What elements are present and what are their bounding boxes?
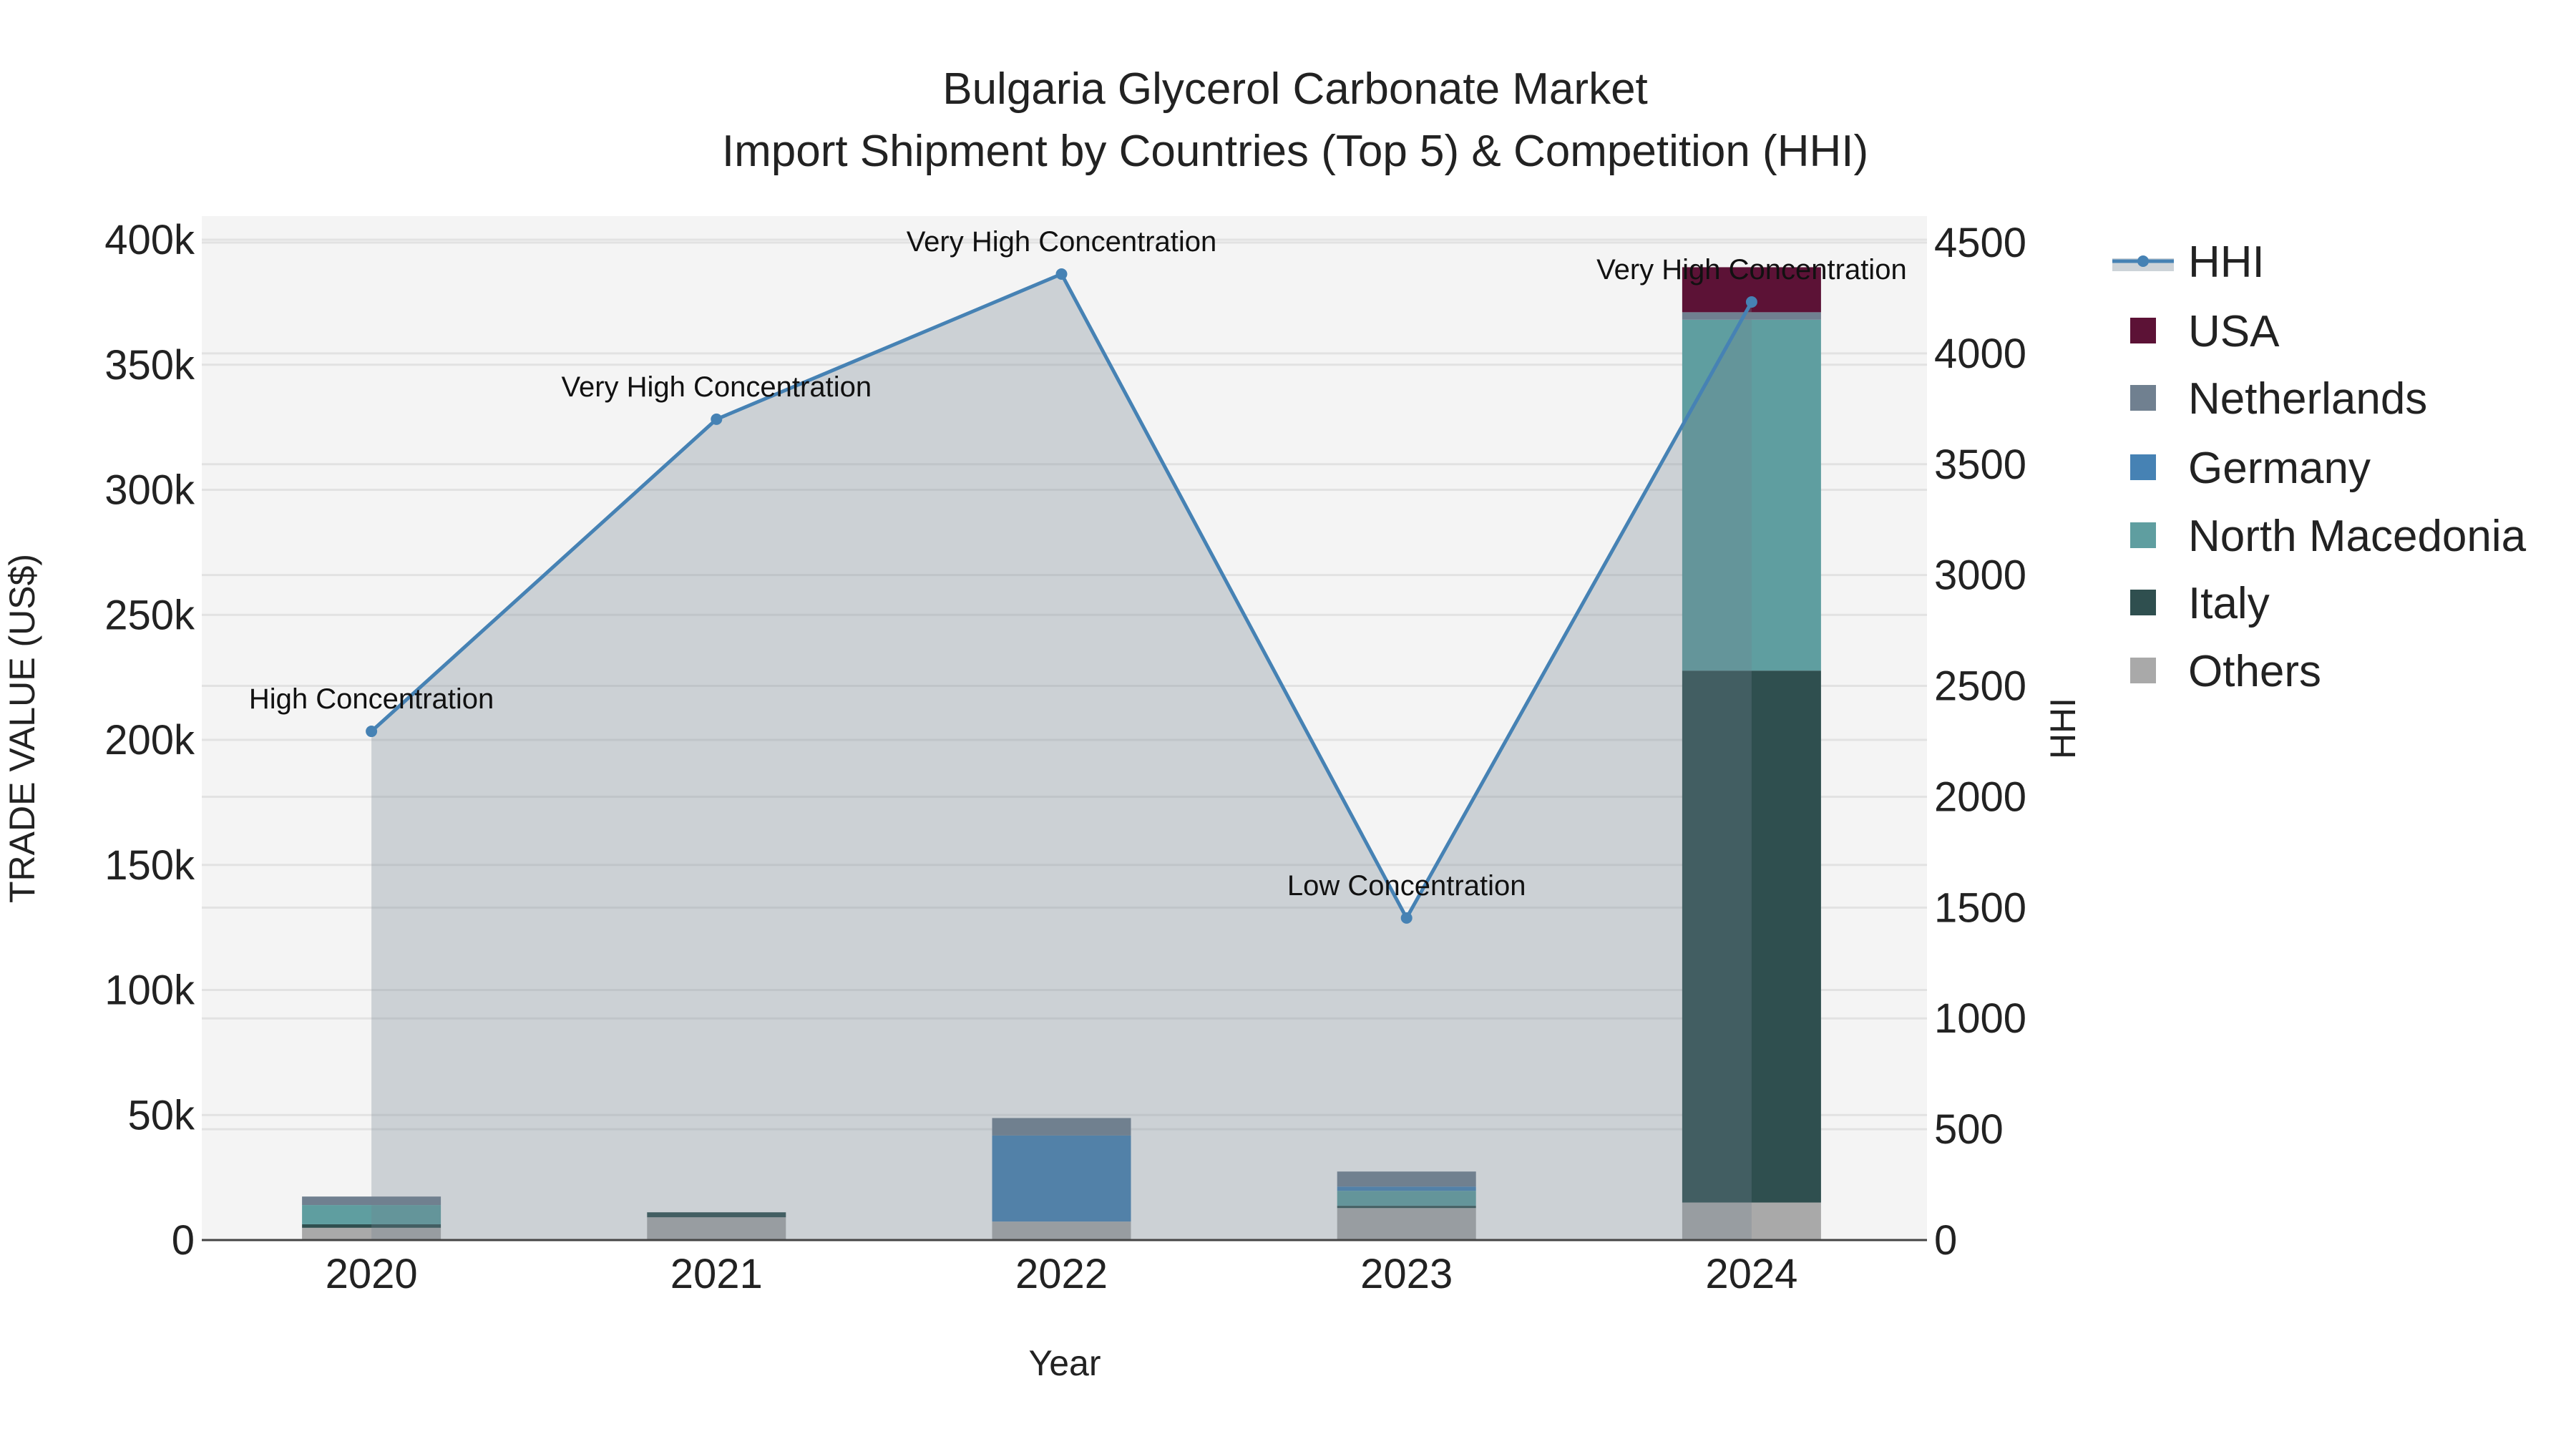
y2-tick-label: 3500 bbox=[1934, 441, 2026, 488]
hhi-point-2023 bbox=[1400, 912, 1413, 924]
y-tick-label: 250k bbox=[104, 592, 195, 638]
x-tick-label: 2024 bbox=[1705, 1251, 1797, 1297]
x-tick-label: 2023 bbox=[1360, 1251, 1453, 1297]
legend-swatch-usa bbox=[2130, 318, 2156, 343]
legend-label-others: Others bbox=[2188, 647, 2321, 696]
y2-tick-label: 4500 bbox=[1934, 220, 2026, 266]
y2-tick-label: 4000 bbox=[1934, 331, 2026, 377]
legend-swatch-germany bbox=[2130, 454, 2156, 480]
chart: High Concentration Very High Concentratio… bbox=[2, 64, 2527, 1383]
legend-label-hhi: HHI bbox=[2188, 238, 2265, 287]
y-tick-label: 100k bbox=[104, 967, 195, 1014]
legend-label-north-macedonia: North Macedonia bbox=[2188, 512, 2527, 561]
hhi-annotation: Very High Concentration bbox=[1596, 254, 1907, 286]
x-tick-label: 2022 bbox=[1015, 1251, 1108, 1297]
hhi-point-2022 bbox=[1055, 268, 1068, 280]
y-tick-label: 150k bbox=[104, 842, 195, 889]
hhi-annotation: Very High Concentration bbox=[907, 226, 1217, 258]
legend-swatch-italy bbox=[2130, 590, 2156, 615]
y2-tick-label: 2000 bbox=[1934, 774, 2026, 820]
x-axis-title: Year bbox=[1028, 1343, 1101, 1383]
y2-axis-title: HHI bbox=[2043, 698, 2083, 759]
y2-tick-label: 1500 bbox=[1934, 884, 2026, 931]
hhi-point-2021 bbox=[711, 413, 723, 425]
hhi-annotation: Low Concentration bbox=[1287, 870, 1526, 902]
x-tick-label: 2021 bbox=[670, 1251, 763, 1297]
y2-tick-label: 1000 bbox=[1934, 995, 2026, 1042]
legend-swatch-north-macedonia bbox=[2130, 522, 2156, 548]
legend-hhi-marker bbox=[2137, 255, 2149, 267]
legend-label-netherlands: Netherlands bbox=[2188, 374, 2427, 424]
legend-label-usa: USA bbox=[2188, 307, 2280, 356]
hhi-annotation: High Concentration bbox=[249, 683, 494, 715]
hhi-point-2020 bbox=[366, 726, 378, 738]
y-tick-label: 400k bbox=[104, 217, 195, 263]
y2-tick-label: 0 bbox=[1934, 1217, 1957, 1264]
y-tick-label: 350k bbox=[104, 342, 195, 389]
y2-tick-label: 2500 bbox=[1934, 663, 2026, 710]
y-tick-label: 200k bbox=[104, 717, 195, 763]
legend-swatch-netherlands bbox=[2130, 385, 2156, 411]
y-axis-title: TRADE VALUE (US$) bbox=[2, 554, 42, 903]
legend-swatch-others bbox=[2130, 658, 2156, 683]
legend-label-germany: Germany bbox=[2188, 444, 2371, 493]
hhi-point-2024 bbox=[1745, 296, 1757, 308]
x-tick-label: 2020 bbox=[326, 1251, 418, 1297]
y2-tick-label: 3000 bbox=[1934, 552, 2026, 599]
legend-label-italy: Italy bbox=[2188, 579, 2270, 628]
chart-subtitle: Import Shipment by Countries (Top 5) & C… bbox=[722, 127, 1868, 176]
legend: HHI USA Netherlands Germany North Macedonia I… bbox=[2112, 238, 2527, 696]
y-tick-label: 300k bbox=[104, 467, 195, 514]
chart-title: Bulgaria Glycerol Carbonate Market bbox=[942, 64, 1648, 114]
y-tick-label: 0 bbox=[172, 1217, 195, 1264]
y2-tick-label: 500 bbox=[1934, 1106, 2004, 1153]
y-tick-label: 50k bbox=[127, 1092, 195, 1138]
hhi-annotation: Very High Concentration bbox=[562, 371, 872, 403]
